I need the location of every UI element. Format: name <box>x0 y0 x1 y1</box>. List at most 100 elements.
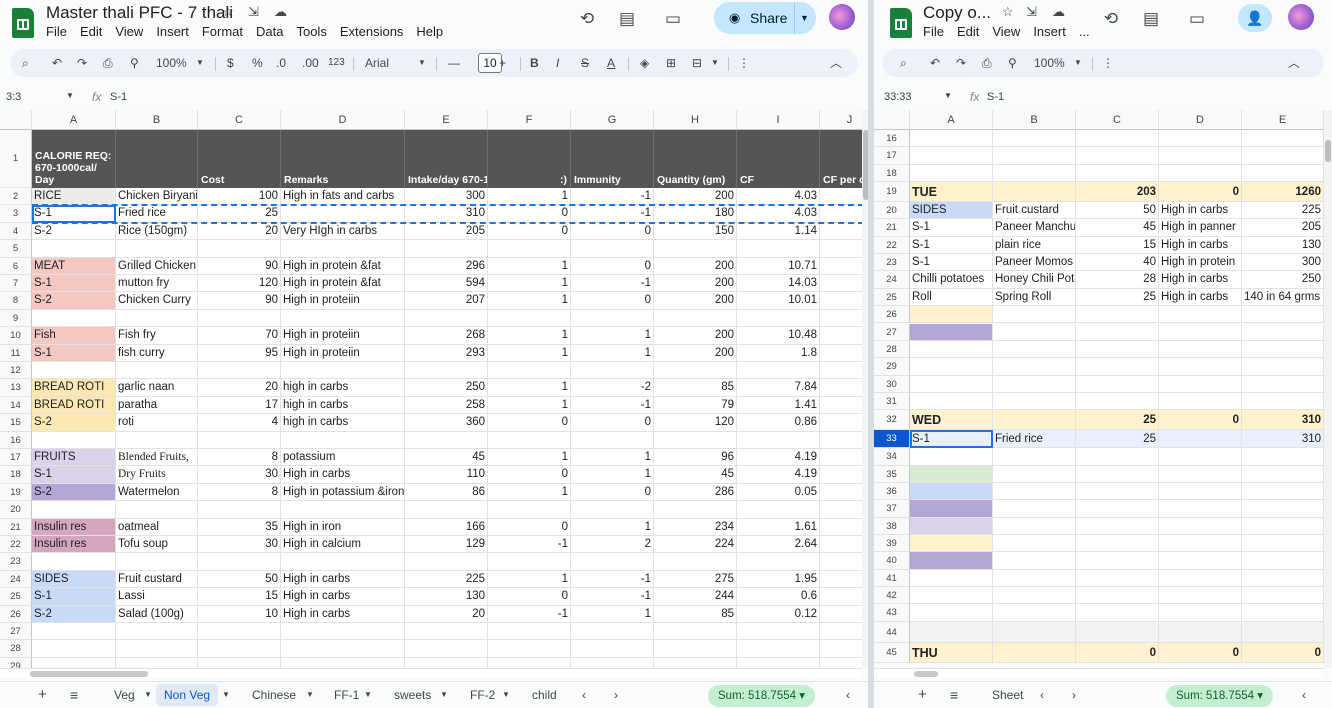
cell-D30[interactable] <box>1159 375 1242 393</box>
cell-B23[interactable]: Paneer Momos <box>993 254 1076 272</box>
sheet-tab-chinese[interactable]: Chinese <box>252 684 296 706</box>
cell-A16[interactable] <box>32 431 116 449</box>
zoom-dropdown-icon[interactable]: ▼ <box>196 54 204 72</box>
meet-icon[interactable]: ▭ <box>660 8 686 30</box>
cell-H23[interactable] <box>654 553 737 571</box>
cell-C42[interactable] <box>1076 587 1159 605</box>
cell-E40[interactable] <box>1242 552 1324 570</box>
cell-E39[interactable] <box>1242 535 1324 553</box>
cell-J16[interactable] <box>820 431 862 449</box>
cell-D18[interactable] <box>1159 164 1242 183</box>
cell-A27[interactable] <box>32 623 116 641</box>
cell-B29[interactable] <box>116 657 198 668</box>
cell-E30[interactable] <box>1242 375 1324 393</box>
cell-H10[interactable]: 200 <box>654 327 737 345</box>
row-header-1[interactable]: 1 <box>0 130 32 188</box>
cell-C27[interactable] <box>1076 323 1159 341</box>
menu-extensions[interactable]: Extensions <box>340 24 404 39</box>
zoom-select[interactable]: 100% <box>1034 54 1065 72</box>
row-header-22[interactable]: 22 <box>874 236 910 255</box>
cell-G24[interactable]: -1 <box>571 570 654 589</box>
cell-B25[interactable]: Spring Roll <box>993 288 1076 307</box>
cell-C16[interactable] <box>198 431 281 449</box>
cell-B41[interactable] <box>993 569 1076 588</box>
cell-C19[interactable]: 203 <box>1076 182 1159 203</box>
cell-B5[interactable] <box>116 240 198 258</box>
cell-H9[interactable] <box>654 309 737 328</box>
cell-F7[interactable]: 1 <box>488 275 571 293</box>
cell-B16[interactable] <box>116 431 198 449</box>
cell-I13[interactable]: 7.84 <box>737 379 820 397</box>
cell-G18[interactable]: 1 <box>571 466 654 484</box>
cell-I10[interactable]: 10.48 <box>737 327 820 345</box>
cell-A33[interactable]: S-1 <box>910 430 993 449</box>
cell-A17[interactable]: FRUITS <box>32 449 116 467</box>
cell-B18[interactable]: Dry Fruits <box>116 466 198 484</box>
spreadsheet-grid[interactable]: A B C D E F G H I J 1 CALORIE REQ: 670-1000cal/ Day… <box>0 110 862 668</box>
cell-G17[interactable]: 1 <box>571 449 654 467</box>
cell-D19[interactable]: 0 <box>1159 182 1242 203</box>
cell-C43[interactable] <box>1076 604 1159 622</box>
formula-input[interactable]: S-1 <box>987 91 1004 103</box>
sheet-tab-ff-2[interactable]: FF-2 <box>470 684 495 706</box>
row-header-16[interactable]: 16 <box>0 431 32 449</box>
cell-A19[interactable]: S-2 <box>32 483 116 502</box>
cell-A12[interactable] <box>32 362 116 380</box>
cell-E24[interactable]: 225 <box>405 570 488 589</box>
side-panel-toggle-icon[interactable]: ‹ <box>1302 684 1306 706</box>
cell-D27[interactable] <box>1159 323 1242 341</box>
menu-tools[interactable]: Tools <box>296 24 326 39</box>
cell-J7[interactable] <box>820 275 862 293</box>
cell-E42[interactable] <box>1242 587 1324 605</box>
cell-A21[interactable]: Insulin res <box>32 518 116 536</box>
cell-D43[interactable] <box>1159 604 1242 622</box>
zoom-select[interactable]: 100% <box>156 54 187 72</box>
cell-F22[interactable]: -1 <box>488 536 571 554</box>
row-header-18[interactable]: 18 <box>0 466 32 484</box>
row-header-27[interactable]: 27 <box>874 323 910 341</box>
cell-A16[interactable] <box>910 130 993 148</box>
cell-C18[interactable]: 30 <box>198 466 281 484</box>
cell-H20[interactable] <box>654 501 737 519</box>
cell-J9[interactable] <box>820 309 862 328</box>
cell-B22[interactable]: plain rice <box>993 236 1076 255</box>
header-cell-A[interactable]: CALORIE REQ: 670-1000cal/ Day <box>32 130 116 188</box>
cell-I22[interactable]: 2.64 <box>737 536 820 554</box>
cell-C37[interactable] <box>1076 500 1159 518</box>
cell-J5[interactable] <box>820 240 862 258</box>
cell-I3[interactable]: 4.03 <box>737 205 820 223</box>
cell-B3[interactable]: Fried rice <box>116 205 198 223</box>
cell-E8[interactable]: 207 <box>405 292 488 310</box>
cell-I7[interactable]: 14.03 <box>737 275 820 293</box>
cell-B33[interactable]: Fried rice <box>993 430 1076 449</box>
row-header-33[interactable]: 33 <box>874 430 910 449</box>
cell-D10[interactable]: High in proteiin <box>281 327 405 345</box>
cell-A42[interactable] <box>910 587 993 605</box>
cell-E20[interactable] <box>405 501 488 519</box>
cell-C30[interactable] <box>1076 375 1159 393</box>
cell-B17[interactable] <box>993 147 1076 165</box>
add-person-icon[interactable]: 👤 <box>1238 4 1272 32</box>
row-header-27[interactable]: 27 <box>0 623 32 641</box>
cell-I18[interactable]: 4.19 <box>737 466 820 484</box>
cell-A26[interactable]: S-2 <box>32 605 116 623</box>
cell-E23[interactable]: 300 <box>1242 254 1324 272</box>
cell-E12[interactable] <box>405 362 488 380</box>
cell-D25[interactable]: High in carbs <box>1159 288 1242 307</box>
menu-file[interactable]: File <box>923 24 944 39</box>
cell-B34[interactable] <box>993 448 1076 466</box>
cell-C16[interactable] <box>1076 130 1159 148</box>
cell-B11[interactable]: fish curry <box>116 344 198 362</box>
cell-E33[interactable]: 310 <box>1242 430 1324 449</box>
cell-I28[interactable] <box>737 640 820 658</box>
cell-C7[interactable]: 120 <box>198 275 281 293</box>
header-cell-D[interactable]: Remarks <box>281 130 405 188</box>
cell-C14[interactable]: 17 <box>198 396 281 415</box>
cell-G3[interactable]: -1 <box>571 205 654 223</box>
cell-F2[interactable]: 1 <box>488 188 571 206</box>
cell-D13[interactable]: high in carbs <box>281 379 405 397</box>
cell-C9[interactable] <box>198 309 281 328</box>
cell-B4[interactable]: Rice (150gm) <box>116 222 198 241</box>
row-header-24[interactable]: 24 <box>0 570 32 589</box>
cell-A28[interactable] <box>910 340 993 359</box>
